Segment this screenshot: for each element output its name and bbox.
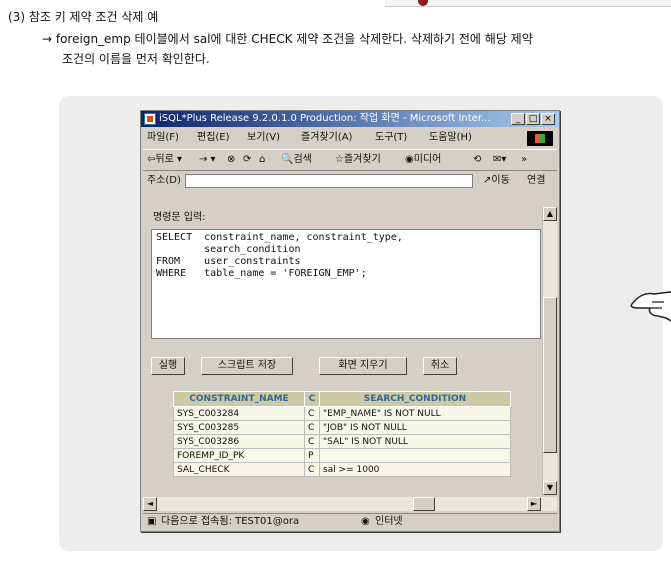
table-row: SYS_C003286 C "SAL" IS NOT NULL: [173, 434, 511, 449]
table-cell: SYS_C003284: [173, 406, 305, 421]
table-row: SAL_CHECK C sal >= 1000: [173, 462, 511, 477]
table-row: SYS_C003284 C "EMP_NAME" IS NOT NULL: [173, 406, 511, 421]
connection-status: 다음으로 접속됨: TEST01@ora: [161, 516, 300, 527]
description-line-1: → foreign_emp 테이블에서 sal에 대한 CHECK 제약 조건을…: [42, 32, 533, 46]
save-script-button[interactable]: 스크립트 저장: [201, 357, 293, 375]
zone-globe-icon: ◉: [361, 516, 370, 527]
stop-icon[interactable]: ⊗: [227, 150, 235, 170]
status-bar: ▣ 다음으로 접속됨: TEST01@ora ◉ 인터넷: [143, 513, 557, 530]
windows-logo-icon: [527, 131, 553, 146]
table-cell: "JOB" IS NOT NULL: [319, 420, 511, 435]
search-label: 검색: [293, 154, 312, 165]
section-heading: (3) 참조 키 제약 조건 삭제 예: [8, 10, 159, 24]
menu-bar: 파일(F) 편집(E) 보기(V) 즐겨찾기(A) 도구(T) 도움말(H): [143, 129, 557, 147]
horizontal-scrollbar[interactable]: ◄ ►: [143, 497, 557, 511]
menu-edit[interactable]: 편집(E): [197, 129, 230, 147]
menu-view[interactable]: 보기(V): [247, 129, 280, 147]
toolbar-more-icon[interactable]: »: [521, 150, 527, 170]
table-cell: FOREMP_ID_PK: [173, 448, 305, 463]
links-button[interactable]: 연결: [527, 171, 545, 191]
results-table: CONSTRAINT_NAME C SEARCH_CONDITION SYS_C…: [173, 391, 511, 477]
menu-help[interactable]: 도움말(H): [429, 129, 472, 147]
table-cell: sal >= 1000: [319, 462, 511, 477]
sql-line: WHERE table_name = 'FOREIGN_EMP';: [156, 268, 367, 279]
sql-input-label: 명령문 입력:: [153, 212, 206, 223]
vertical-scrollbar[interactable]: ▲ ▼: [542, 207, 557, 495]
mail-icon[interactable]: ✉▾: [493, 150, 506, 170]
table-cell: C: [304, 420, 320, 435]
table-row: FOREMP_ID_PK P: [173, 448, 511, 463]
favorites-button[interactable]: ☆즐겨찾기: [335, 150, 381, 170]
table-cell: C: [304, 406, 320, 421]
go-button[interactable]: ↗이동: [483, 171, 510, 191]
table-cell: SAL_CHECK: [173, 462, 305, 477]
menu-favorites[interactable]: 즐겨찾기(A): [301, 129, 352, 147]
close-button[interactable]: ×: [541, 113, 555, 125]
table-cell: C: [304, 434, 320, 449]
scroll-up-icon[interactable]: ▲: [543, 207, 557, 221]
address-input[interactable]: [185, 174, 473, 188]
table-cell: "SAL" IS NOT NULL: [319, 434, 511, 449]
table-cell: [319, 448, 511, 463]
sql-line: SELECT constraint_name, constraint_type,: [156, 232, 403, 243]
clear-screen-button[interactable]: 화면 지우기: [319, 357, 407, 375]
minimize-button[interactable]: _: [511, 113, 525, 125]
scroll-thumb[interactable]: [543, 297, 557, 453]
go-label: 이동: [491, 175, 510, 186]
hscroll-thumb[interactable]: [413, 497, 435, 511]
back-label: 뒤로: [155, 154, 174, 165]
refresh-icon[interactable]: ⟳: [243, 150, 251, 170]
toolbar: ⇦뒤로 ▾ → ▾ ⊗ ⟳ ⌂ 🔍검색 ☆즐겨찾기 ◉미디어 ⟲ ✉▾ »: [143, 149, 557, 171]
table-cell: SYS_C003286: [173, 434, 305, 449]
table-row: SYS_C003285 C "JOB" IS NOT NULL: [173, 420, 511, 435]
table-cell: P: [304, 448, 320, 463]
history-icon[interactable]: ⟲: [473, 150, 481, 170]
media-label: 미디어: [413, 154, 442, 165]
execute-button[interactable]: 실행: [151, 357, 185, 375]
table-cell: C: [304, 462, 320, 477]
maximize-button[interactable]: □: [526, 113, 540, 125]
scroll-down-icon[interactable]: ▼: [543, 481, 557, 495]
scroll-right-icon[interactable]: ►: [527, 497, 541, 511]
cancel-button[interactable]: 취소: [423, 357, 457, 375]
zone-label: 인터넷: [375, 516, 403, 527]
browser-window: iSQL*Plus Release 9.2.0.1.0 Production: …: [140, 110, 560, 532]
favorites-label: 즐겨찾기: [343, 154, 381, 165]
back-button[interactable]: ⇦뒤로 ▾: [147, 150, 182, 170]
menu-file[interactable]: 파일(F): [147, 129, 179, 147]
table-header-row: CONSTRAINT_NAME C SEARCH_CONDITION: [173, 391, 511, 407]
column-header: CONSTRAINT_NAME: [173, 391, 305, 407]
sql-textarea[interactable]: SELECT constraint_name, constraint_type,…: [151, 229, 541, 339]
column-header: SEARCH_CONDITION: [319, 391, 511, 407]
window-title: iSQL*Plus Release 9.2.0.1.0 Production: …: [159, 113, 491, 124]
ie-icon: [144, 113, 156, 125]
pointing-hand-icon: [630, 291, 671, 322]
description-line-2: 조건의 이름을 먼저 확인한다.: [62, 52, 210, 66]
sql-line: search_condition: [156, 244, 301, 255]
table-cell: "EMP_NAME" IS NOT NULL: [319, 406, 511, 421]
menu-tools[interactable]: 도구(T): [375, 129, 407, 147]
search-button[interactable]: 🔍검색: [281, 150, 312, 170]
scroll-left-icon[interactable]: ◄: [143, 497, 157, 511]
sql-line: FROM user_constraints: [156, 256, 301, 267]
title-bar: iSQL*Plus Release 9.2.0.1.0 Production: …: [141, 111, 559, 127]
address-label: 주소(D): [147, 175, 181, 186]
table-cell: SYS_C003285: [173, 420, 305, 435]
home-icon[interactable]: ⌂: [259, 150, 265, 170]
column-header: C: [304, 391, 320, 407]
media-button[interactable]: ◉미디어: [405, 150, 441, 170]
forward-button[interactable]: → ▾: [199, 150, 216, 170]
page-icon: ▣: [147, 516, 157, 527]
